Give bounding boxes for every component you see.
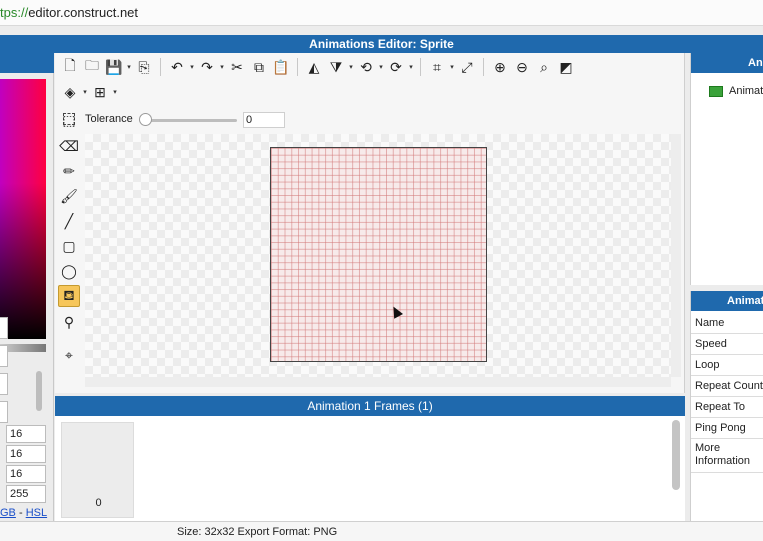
zoom-out-icon[interactable]: ⊖ [511, 56, 533, 78]
toggle-background-icon[interactable]: ◩ [555, 56, 577, 78]
grid-icon[interactable]: ⊞ [89, 81, 111, 103]
browser-address-bar[interactable]: tps://editor.construct.net [0, 0, 763, 26]
chevron-down-icon[interactable]: ▾ [81, 88, 89, 96]
toolbar-separator [420, 58, 421, 76]
property-row-label[interactable]: Loop [691, 355, 763, 376]
color-swatch[interactable] [0, 317, 8, 339]
color-mode-links: GB - HSL [0, 507, 47, 519]
line-tool-icon[interactable]: ╱ [58, 210, 80, 232]
chevron-down-icon[interactable]: ▾ [448, 63, 456, 71]
crop-icon[interactable]: ⌗ [426, 56, 448, 78]
color-picker-tool-icon[interactable]: ⚲ [58, 311, 80, 333]
toolbar-row-1: 🗋 🗀 💾 ▾ ⎘ ↶ ▾ ↷ ▾ ✂ ⧉ 📋 ◭ ⧩ ▾ ⟲ ▾ ⟳ ▾ ⌗ ▾ ⤢ ⊕ ⊖ ⌕ ◩ [59, 54, 577, 80]
window-title: Animations Editor: Sprite [0, 35, 763, 53]
resize-icon[interactable]: ⤢ [456, 56, 478, 78]
red-field[interactable]: 16 [6, 425, 46, 443]
toolbar-row-2: ◈ ▾ ⊞ ▾ [59, 79, 119, 105]
property-row-label[interactable]: Repeat To [691, 397, 763, 418]
color-panel: 16 16 16 255 GB - HSL [0, 53, 54, 521]
flip-vertical-icon[interactable]: ⧩ [325, 56, 347, 78]
toolbar-separator [483, 58, 484, 76]
export-icon[interactable]: ⎘ [133, 56, 155, 78]
frames-panel: Animation 1 Frames (1) 0 [55, 396, 685, 521]
pencil-tool-icon[interactable]: ✏ [58, 160, 80, 182]
color-swatch[interactable] [0, 345, 8, 367]
color-spectrum[interactable] [0, 79, 46, 339]
chevron-down-icon[interactable]: ▾ [111, 88, 119, 96]
chevron-down-icon[interactable]: ▾ [218, 63, 226, 71]
color-panel-scrollbar[interactable] [36, 371, 42, 411]
color-swatch[interactable] [0, 401, 8, 423]
alpha-field[interactable]: 255 [6, 485, 46, 503]
property-row-label[interactable]: More Information [691, 439, 763, 473]
paste-icon[interactable]: 📋 [270, 56, 292, 78]
animation-properties-panel: Animati NameSpeedLoopRepeat CountRepeat … [690, 291, 763, 521]
save-icon[interactable]: 💾 [103, 56, 125, 78]
fill-bucket-tool-icon[interactable]: ⛾ [58, 285, 80, 307]
color-panel-header [0, 53, 54, 73]
canvas-horizontal-scrollbar[interactable] [85, 377, 671, 387]
rotate-cw-icon[interactable]: ⟳ [385, 56, 407, 78]
origin-tool-icon[interactable]: ⌖ [58, 344, 80, 366]
frame-thumbnail[interactable]: 0 [61, 422, 134, 518]
frames-panel-title: Animation 1 Frames (1) [55, 396, 685, 416]
rectangle-tool-icon[interactable]: ▢ [58, 235, 80, 257]
undo-icon[interactable]: ↶ [166, 56, 188, 78]
property-row-label[interactable]: Name [691, 313, 763, 334]
brush-tool-icon[interactable]: 🖌 [58, 185, 80, 207]
layers-icon[interactable]: ◈ [59, 81, 81, 103]
animation-list-item[interactable]: Animat [709, 83, 763, 99]
ellipse-tool-icon[interactable]: ◯ [58, 260, 80, 282]
copy-icon[interactable]: ⧉ [248, 56, 270, 78]
rectangle-select-tool-icon[interactable]: ⬚ [58, 109, 80, 131]
canvas-vertical-scrollbar[interactable] [671, 134, 681, 377]
green-field[interactable]: 16 [6, 445, 46, 463]
animations-panel-title: Ani [691, 53, 763, 73]
animations-panel: Ani Animat [690, 53, 763, 285]
redo-icon[interactable]: ↷ [196, 56, 218, 78]
tolerance-slider-handle[interactable] [139, 113, 152, 126]
url-scheme: tps:// [0, 5, 29, 20]
blue-field[interactable]: 16 [6, 465, 46, 483]
properties-panel-title: Animati [691, 291, 763, 311]
url-text[interactable]: tps://editor.construct.net [0, 5, 138, 20]
new-file-icon[interactable]: 🗋 [59, 56, 81, 78]
chevron-down-icon[interactable]: ▾ [188, 63, 196, 71]
toolbar-separator [297, 58, 298, 76]
chevron-down-icon[interactable]: ▾ [125, 63, 133, 71]
frames-scrollbar[interactable] [672, 420, 680, 490]
open-folder-icon[interactable]: 🗀 [81, 56, 103, 78]
toolbar-separator [160, 58, 161, 76]
hsl-mode-link[interactable]: HSL [26, 507, 47, 519]
tolerance-slider-track[interactable] [145, 119, 237, 122]
frame-number: 0 [95, 497, 102, 509]
animation-filmstrip-icon [709, 85, 723, 97]
animation-item-label: Animat [729, 85, 763, 97]
tolerance-label: Tolerance [85, 113, 133, 125]
chevron-down-icon[interactable]: ▾ [377, 63, 385, 71]
color-swatch[interactable] [0, 373, 8, 395]
property-row-label[interactable]: Ping Pong [691, 418, 763, 439]
sprite-canvas[interactable] [270, 147, 487, 362]
status-text: Size: 32x32 Export Format: PNG [177, 526, 338, 538]
url-host: editor.construct.net [28, 5, 139, 20]
chevron-down-icon[interactable]: ▾ [407, 63, 415, 71]
cut-icon[interactable]: ✂ [226, 56, 248, 78]
property-row-label[interactable]: Speed [691, 334, 763, 355]
flip-horizontal-icon[interactable]: ◭ [303, 56, 325, 78]
eraser-tool-icon[interactable]: ⌫ [58, 135, 80, 157]
tolerance-input[interactable]: 0 [243, 112, 285, 128]
chevron-down-icon[interactable]: ▾ [347, 63, 355, 71]
drawing-canvas-area[interactable] [85, 134, 671, 377]
zoom-in-icon[interactable]: ⊕ [489, 56, 511, 78]
property-row-label[interactable]: Repeat Count [691, 376, 763, 397]
zoom-reset-icon[interactable]: ⌕ [533, 56, 555, 78]
link-separator: - [15, 507, 26, 519]
rotate-ccw-icon[interactable]: ⟲ [355, 56, 377, 78]
image-editor: 🗋 🗀 💾 ▾ ⎘ ↶ ▾ ↷ ▾ ✂ ⧉ 📋 ◭ ⧩ ▾ ⟲ ▾ ⟳ ▾ ⌗ ▾ ⤢ ⊕ ⊖ ⌕ ◩ ◈ ▾ ⊞ ▾ Toleranc… [55, 53, 685, 393]
rgb-mode-link[interactable]: GB [0, 507, 16, 519]
status-bar: Size: 32x32 Export Format: PNG [0, 521, 763, 541]
tolerance-control: Tolerance 0 [55, 109, 355, 131]
tool-palette: ⬚ ⌫ ✏ 🖌 ╱ ▢ ◯ ⛾ ⚲ ⌖ [56, 112, 82, 373]
